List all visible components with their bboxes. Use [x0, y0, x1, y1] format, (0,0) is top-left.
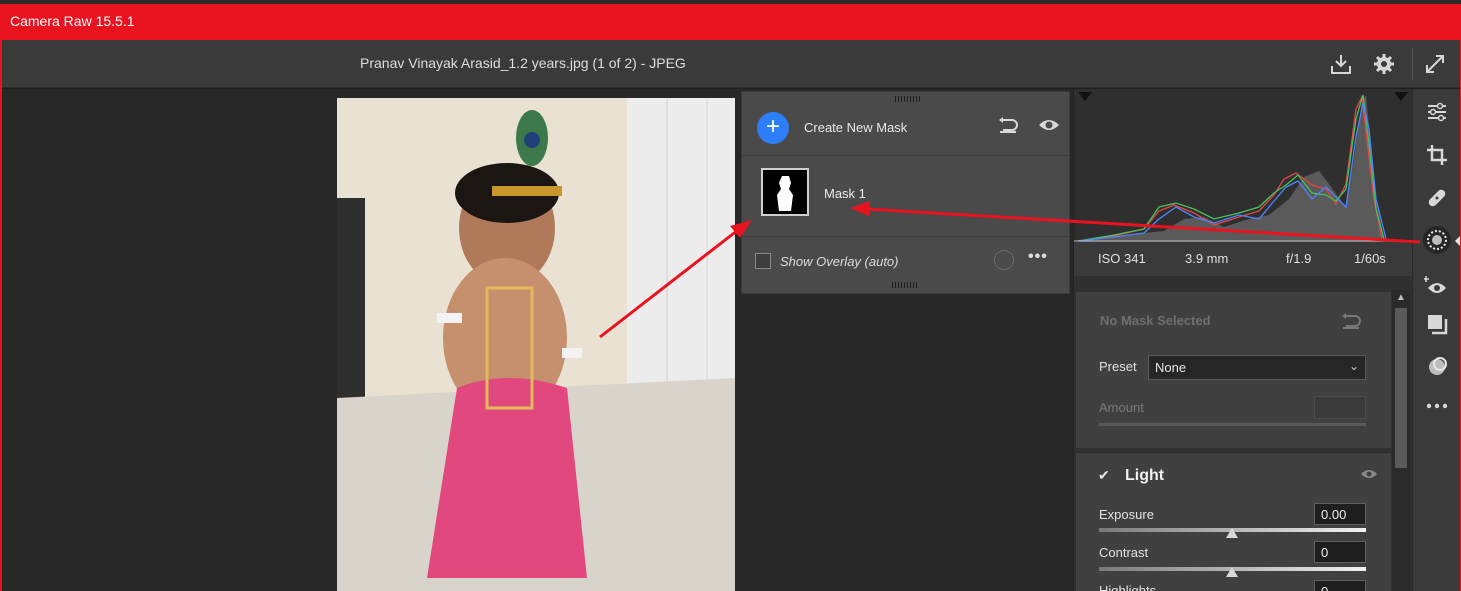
create-mask-button[interactable]: +: [757, 112, 789, 144]
amount-slider[interactable]: [1099, 423, 1366, 426]
panel-scrollbar[interactable]: ▲: [1392, 290, 1410, 591]
reset-icon[interactable]: [997, 116, 1019, 137]
highlights-input[interactable]: 0: [1314, 580, 1366, 591]
iso-value: ISO 341: [1098, 251, 1146, 266]
presets-icon[interactable]: [1423, 310, 1451, 338]
light-section-title[interactable]: Light: [1125, 467, 1164, 485]
exposure-input[interactable]: 0.00: [1314, 503, 1366, 525]
scrollbar-thumb[interactable]: [1395, 308, 1407, 468]
header-bar: Pranav Vinayak Arasid_1.2 years.jpg (1 o…: [2, 40, 1460, 88]
focal-length-value: 3.9 mm: [1185, 251, 1229, 266]
photo-preview: [337, 98, 735, 591]
overlay-color-swatch[interactable]: [994, 250, 1014, 270]
preset-label: Preset: [1099, 359, 1137, 374]
file-name: Pranav Vinayak Arasid_1.2 years.jpg (1 o…: [360, 55, 686, 71]
healing-bandage-icon[interactable]: [1423, 184, 1451, 212]
snapshots-icon[interactable]: [1423, 353, 1451, 381]
crop-icon[interactable]: [1423, 141, 1451, 169]
show-overlay-checkbox[interactable]: [755, 253, 771, 269]
panel-resize-handle[interactable]: [892, 282, 918, 288]
panel-drag-handle[interactable]: [895, 96, 921, 102]
red-eye-icon[interactable]: [1423, 272, 1451, 300]
amount-input[interactable]: [1314, 396, 1366, 419]
histogram: [1074, 89, 1412, 242]
mask-list-item[interactable]: Mask 1: [742, 156, 1069, 236]
title-bar: Camera Raw 15.5.1: [0, 4, 1461, 40]
contrast-input[interactable]: 0: [1314, 541, 1366, 563]
shutter-value: 1/60s: [1354, 251, 1386, 266]
mask-settings-panel: No Mask Selected Preset None ⌄ Amount: [1076, 292, 1391, 448]
light-panel: ✔ Light Exposure 0.00 Contrast 0 Highlig…: [1076, 452, 1391, 591]
preset-select-value: None: [1155, 360, 1187, 375]
highlights-label: Highlights: [1099, 583, 1157, 591]
chevron-down-icon: ⌄: [1348, 359, 1359, 373]
chevron-down-icon[interactable]: ✔: [1098, 467, 1110, 484]
edit-sliders-icon[interactable]: [1423, 98, 1451, 126]
no-mask-label: No Mask Selected: [1100, 313, 1211, 328]
reset-icon[interactable]: [1340, 312, 1362, 333]
amount-label: Amount: [1099, 400, 1144, 415]
eye-icon[interactable]: [1360, 468, 1378, 483]
mask-thumbnail[interactable]: [761, 168, 809, 216]
exif-bar: ISO 341 3.9 mm f/1.9 1/60s: [1074, 242, 1412, 276]
more-options-icon[interactable]: •••: [1028, 248, 1048, 266]
contrast-label: Contrast: [1099, 545, 1149, 560]
mask-panel: + Create New Mask Mask 1 Show Overlay (a…: [741, 91, 1070, 294]
preset-select[interactable]: None ⌄: [1148, 355, 1366, 380]
more-options-icon[interactable]: [1423, 392, 1451, 420]
exposure-label: Exposure: [1099, 507, 1154, 522]
contrast-slider-handle[interactable]: [1226, 567, 1238, 577]
exposure-slider-handle[interactable]: [1226, 528, 1238, 538]
gear-icon[interactable]: [1370, 50, 1398, 78]
window-title: Camera Raw 15.5.1: [10, 13, 135, 29]
create-mask-label[interactable]: Create New Mask: [804, 120, 907, 135]
header-divider: [1412, 48, 1413, 80]
save-icon[interactable]: [1327, 50, 1355, 78]
active-tool-indicator: [1455, 236, 1460, 246]
tool-strip: [1412, 89, 1460, 591]
show-overlay-label: Show Overlay (auto): [780, 254, 899, 269]
eye-icon[interactable]: [1038, 118, 1060, 135]
scroll-up-icon[interactable]: ▲: [1392, 290, 1410, 306]
fullscreen-icon[interactable]: [1421, 50, 1449, 78]
mask-name[interactable]: Mask 1: [824, 186, 866, 201]
aperture-value: f/1.9: [1286, 251, 1312, 266]
masking-icon[interactable]: [1423, 226, 1451, 254]
divider: [742, 236, 1069, 237]
